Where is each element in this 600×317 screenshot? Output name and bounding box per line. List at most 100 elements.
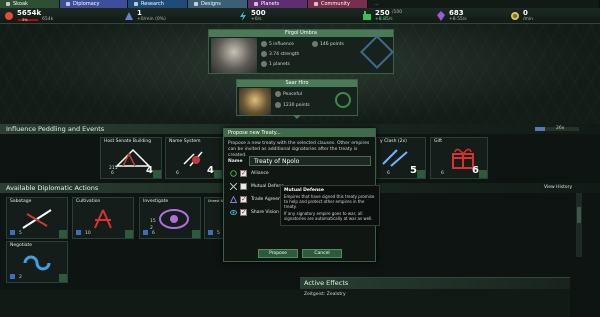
card-cost: 6 bbox=[387, 171, 390, 176]
resource-sub: +0/s bbox=[251, 17, 262, 22]
influence-card-host-senate[interactable]: Host Senate Building 215 6 4 bbox=[100, 137, 162, 179]
card-title: y Clash (2x) bbox=[380, 139, 407, 144]
resource-research[interactable]: 500 +0/s bbox=[238, 9, 298, 23]
tab-more[interactable]: ... bbox=[368, 0, 600, 8]
trade-agreement-checkbox[interactable] bbox=[240, 195, 247, 203]
influence-scroll-thumb[interactable] bbox=[535, 127, 545, 131]
resource-value: 0 bbox=[523, 9, 528, 17]
card-corner bbox=[192, 230, 200, 238]
cancel-button[interactable]: Cancel bbox=[302, 249, 342, 258]
clause-alliance[interactable]: Alliance bbox=[230, 169, 375, 178]
action-cultivation[interactable]: Cultivation 10 bbox=[72, 197, 134, 239]
planet-icon bbox=[261, 61, 267, 67]
action-cost: 2 bbox=[19, 275, 22, 280]
card-cost: 6 bbox=[111, 171, 114, 176]
tab-label: Research bbox=[141, 1, 164, 7]
alliance-icon bbox=[230, 170, 237, 177]
alliance-checkbox[interactable] bbox=[240, 169, 247, 177]
action-cost: 5 bbox=[19, 231, 22, 236]
action-unrest[interactable]: Unrest Ne 5 bbox=[204, 197, 225, 239]
leader-card-primary[interactable]: Firgol Umbra 5 influence 3.74 strength 1… bbox=[208, 29, 394, 74]
resource-money[interactable]: 0 /min bbox=[510, 9, 590, 23]
resource-industry[interactable]: 250 /100 +8.85/s bbox=[362, 9, 432, 23]
leader-status: Peaceful bbox=[283, 92, 303, 97]
card-cost: 6 bbox=[441, 171, 444, 176]
tooltip-text: Empires that have signed this treaty pro… bbox=[284, 194, 375, 209]
action-cost: 10 bbox=[85, 231, 91, 236]
treaty-name-input[interactable] bbox=[249, 156, 371, 166]
influence-icon bbox=[261, 41, 267, 47]
tab-diplomacy[interactable]: Diplomacy bbox=[60, 0, 128, 8]
card-corner bbox=[214, 170, 222, 178]
leader-card-secondary[interactable]: Saar Hiro Peaceful 1230 points bbox=[236, 79, 358, 119]
treaty-name-label: Name bbox=[228, 159, 243, 164]
influence-card-clash[interactable]: y Clash (2x) 6 5 bbox=[376, 137, 426, 179]
propose-button[interactable]: Propose bbox=[258, 249, 298, 258]
tab-community[interactable]: Community bbox=[308, 0, 368, 8]
resource-sub: +8.85/s bbox=[375, 17, 393, 22]
skoak-icon bbox=[5, 12, 13, 20]
action-sabotage[interactable]: Sabotage 5 bbox=[6, 197, 68, 239]
clash-icon bbox=[382, 149, 408, 167]
tab-label: ... bbox=[374, 1, 379, 7]
action-negotiate[interactable]: Negotiate 2 bbox=[6, 241, 68, 283]
card-number: 5 bbox=[410, 165, 417, 176]
tab-research[interactable]: Research bbox=[128, 0, 188, 8]
mutual-defense-checkbox[interactable] bbox=[240, 183, 247, 190]
planet-icon bbox=[254, 2, 258, 6]
leader-name: Firgol Umbra bbox=[209, 30, 393, 37]
clause-label: Share Vision bbox=[251, 209, 279, 215]
tab-label: Community bbox=[321, 1, 350, 7]
card-number: 4 bbox=[207, 165, 214, 176]
tab-designs[interactable]: Designs bbox=[188, 0, 248, 8]
vision-eye-icon bbox=[230, 210, 237, 215]
active-effects-panel: Active Effects Zeitgeist: Zealotry bbox=[300, 277, 570, 317]
card-title: Gift bbox=[434, 139, 443, 144]
coin-icon bbox=[511, 12, 519, 20]
card-number: 4 bbox=[146, 165, 153, 176]
top-tab-bar: Skoak Diplomacy Research Designs Planets… bbox=[0, 0, 600, 8]
action-cost: 5 bbox=[217, 231, 220, 236]
view-history-link[interactable]: View History bbox=[544, 185, 572, 190]
tooltip-text: If any signatory empire goes to war, all… bbox=[284, 211, 373, 221]
strength-icon bbox=[261, 51, 267, 57]
resource-food[interactable]: 683 +8.55/s bbox=[436, 9, 496, 23]
resource-value: 1 bbox=[137, 9, 142, 17]
gift-icon bbox=[452, 148, 474, 169]
clause-label: Trade Agreem bbox=[251, 196, 283, 202]
cost-icon bbox=[10, 274, 15, 279]
tab-skoak[interactable]: Skoak bbox=[0, 0, 60, 8]
leader-portrait bbox=[211, 38, 257, 73]
active-effects-title: Active Effects bbox=[300, 278, 570, 289]
active-effect-item: Zeitgeist: Zealotry bbox=[304, 292, 346, 297]
card-title: Name System bbox=[169, 139, 201, 144]
points-icon bbox=[275, 102, 281, 108]
resource-influence[interactable]: 1 +0/min (0%) bbox=[124, 9, 214, 23]
action-extra: 15 bbox=[150, 219, 156, 224]
cost-icon bbox=[10, 230, 15, 235]
tab-label: Planets bbox=[261, 1, 280, 7]
card-cost: 6 bbox=[176, 171, 179, 176]
tooltip-title: Mutual Defense bbox=[284, 188, 324, 193]
influence-card-gift[interactable]: Gift 6 6 bbox=[430, 137, 488, 179]
card-corner bbox=[417, 170, 425, 178]
influence-icon bbox=[125, 12, 133, 20]
tab-label: Skoak bbox=[13, 1, 28, 7]
tab-planets[interactable]: Planets bbox=[248, 0, 308, 8]
resource-sub: /min bbox=[523, 17, 534, 22]
action-investigate[interactable]: Investigate 15 2 6 bbox=[139, 197, 201, 239]
leader-points: 146 points bbox=[320, 42, 344, 47]
card-corner bbox=[125, 230, 133, 238]
influence-card-name-system[interactable]: Name System 6 4 bbox=[165, 137, 223, 179]
leader-name: Saar Hiro bbox=[237, 80, 357, 87]
resource-value: 683 bbox=[449, 9, 464, 17]
crystal-icon bbox=[437, 11, 445, 21]
trade-icon bbox=[230, 196, 237, 203]
skoak-progress-bar: 3% bbox=[17, 18, 39, 22]
resource-value: 500 bbox=[251, 9, 266, 17]
resource-skoak[interactable]: 5654k 3% 654k bbox=[4, 9, 84, 23]
resource-sub: +0/min (0%) bbox=[137, 17, 166, 22]
share-vision-checkbox[interactable] bbox=[240, 208, 247, 216]
skoak-icon bbox=[6, 2, 10, 6]
actions-scrollbar[interactable] bbox=[576, 193, 582, 257]
